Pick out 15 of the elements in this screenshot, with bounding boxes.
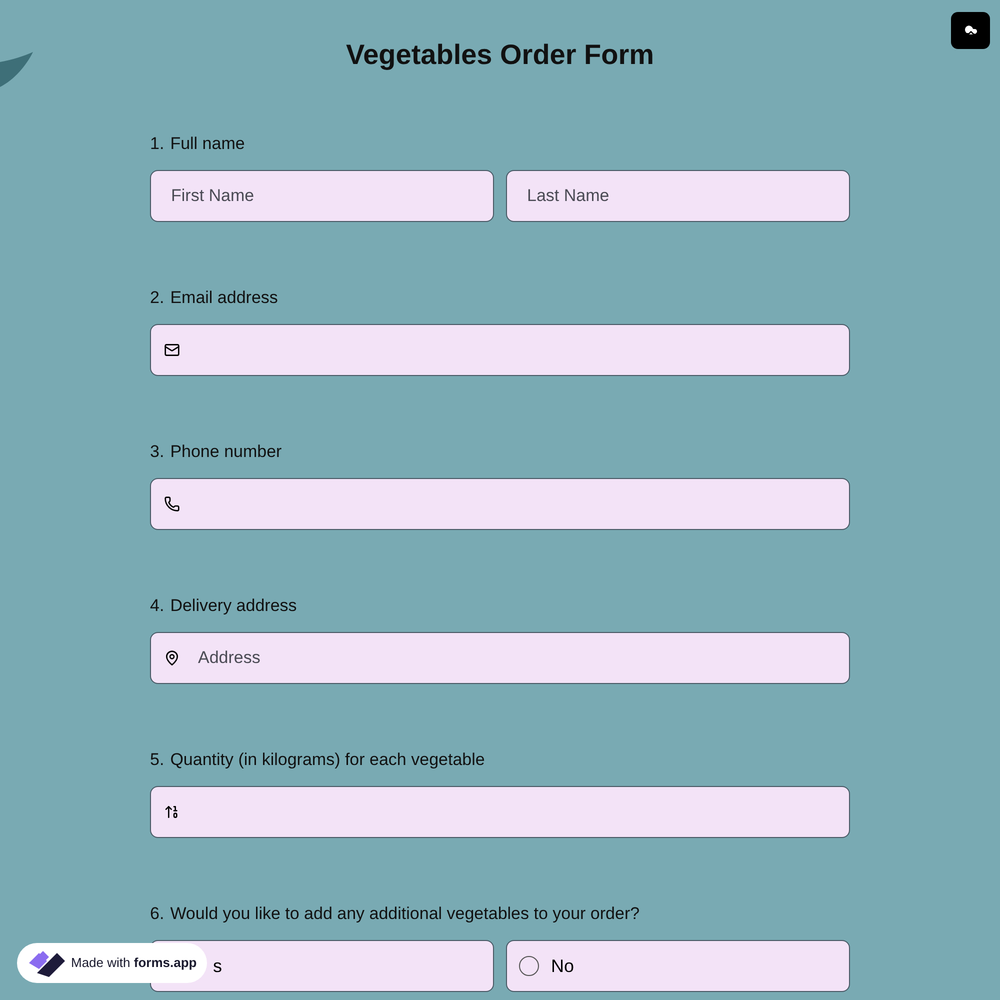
question-label: Delivery address [170, 596, 297, 616]
question-label: Email address [170, 288, 278, 308]
question-number: 2. [150, 288, 164, 308]
form-title: Vegetables Order Form [346, 38, 654, 72]
question-number: 4. [150, 596, 164, 616]
question-number: 3. [150, 442, 164, 462]
question-label: Would you like to add any additional vegetables to your order? [170, 904, 640, 924]
question-label: Quantity (in kilograms) for each vegetable [170, 750, 485, 770]
question-label: Phone number [170, 442, 282, 462]
question-label: Full name [170, 134, 245, 154]
question-number: 5. [150, 750, 164, 770]
option-label: s [213, 954, 222, 978]
option-label: No [551, 954, 574, 978]
question-number: 1. [150, 134, 164, 154]
question-number: 6. [150, 904, 164, 924]
